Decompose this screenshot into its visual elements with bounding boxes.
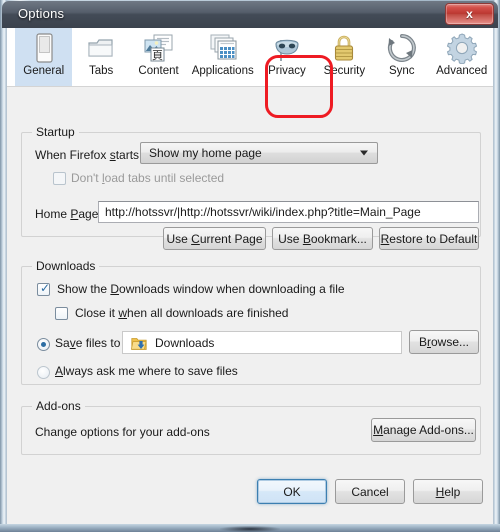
download-folder-value: Downloads [155, 335, 215, 350]
general-icon [29, 32, 59, 64]
dont-load-tabs-label: Don't load tabs until selected [71, 171, 225, 185]
cancel-label: Cancel [351, 484, 389, 499]
tabs-icon [85, 32, 117, 64]
applications-icon [206, 32, 240, 64]
always-ask-label: Always ask me where to save files [55, 364, 238, 378]
when-firefox-starts-value: Show my home page [149, 146, 262, 160]
close-icon: x [466, 7, 473, 21]
help-label: Help [435, 484, 461, 499]
window-title: Options [18, 6, 65, 21]
download-folder-path[interactable]: Downloads [122, 331, 402, 354]
tab-general[interactable]: General [15, 28, 73, 86]
download-folder-icon [131, 338, 147, 350]
checkmark-icon: ✓ [40, 281, 51, 295]
show-downloads-window-label: Show the Downloads window when downloadi… [57, 282, 345, 296]
tab-applications-label: Applications [191, 65, 254, 77]
tab-privacy[interactable]: Privacy [258, 28, 315, 86]
tab-advanced-label: Advanced [436, 65, 488, 77]
help-button[interactable]: Help [413, 479, 483, 504]
sync-icon [386, 32, 418, 64]
browse-button[interactable]: Browse... [409, 330, 479, 354]
window-frame-right [494, 0, 500, 532]
use-bookmark-button[interactable]: Use Bookmark... [272, 227, 373, 250]
always-ask-radio[interactable] [37, 366, 50, 379]
privacy-mask-icon [271, 32, 303, 64]
tab-sync[interactable]: Sync [373, 28, 430, 86]
manage-addons-label: Manage Add-ons... [373, 423, 474, 437]
svg-text:頁: 頁 [152, 49, 163, 62]
dialog-footer: OK Cancel Help [7, 477, 493, 523]
show-downloads-window-checkbox[interactable]: ✓ [37, 281, 51, 296]
cancel-button[interactable]: Cancel [335, 479, 405, 504]
home-page-input[interactable]: http://hotssvr/|http://hotssvr/wiki/inde… [98, 201, 479, 223]
tab-general-label: General [23, 65, 65, 77]
addons-description: Change options for your add-ons [35, 425, 210, 439]
gear-icon [446, 32, 478, 64]
close-button[interactable]: x [445, 3, 494, 25]
window-frame-bottom [0, 524, 500, 532]
restore-to-default-label: Restore to Default [380, 231, 478, 246]
restore-to-default-button[interactable]: Restore to Default [379, 227, 479, 250]
tab-privacy-label: Privacy [268, 65, 306, 77]
downloads-legend: Downloads [36, 259, 96, 273]
close-when-finished-checkbox[interactable] [55, 307, 68, 320]
title-bar: Options x [2, 1, 498, 28]
chevron-down-icon [360, 150, 368, 156]
home-page-value: http://hotssvr/|http://hotssvr/wiki/inde… [105, 205, 421, 219]
save-files-to-label: Save files to [55, 336, 121, 350]
save-files-to-radio[interactable] [37, 338, 50, 351]
dont-load-tabs-checkbox[interactable] [53, 172, 66, 185]
ok-button[interactable]: OK [257, 479, 327, 504]
tab-security[interactable]: Security [316, 28, 373, 86]
tab-advanced[interactable]: Advanced [430, 28, 493, 86]
tab-tabs[interactable]: Tabs [72, 28, 129, 86]
browse-label: Browse... [418, 335, 470, 349]
when-firefox-starts-select[interactable]: Show my home page [140, 142, 378, 164]
manage-addons-button[interactable]: Manage Add-ons... [371, 418, 476, 442]
tab-security-label: Security [323, 65, 366, 77]
addons-legend: Add-ons [36, 399, 81, 413]
general-panel: Startup When Firefox starts: Show my hom… [7, 87, 493, 523]
content-icon: 頁 [142, 32, 176, 64]
tab-content[interactable]: 頁 Content [130, 28, 187, 86]
tab-tabs-label: Tabs [88, 65, 114, 77]
tab-applications[interactable]: Applications [187, 28, 258, 86]
tab-content-label: Content [138, 65, 179, 77]
options-tabstrip: General Tabs 頁 Content Applications Priv… [7, 28, 493, 87]
use-current-page-button[interactable]: Use Current Page [163, 227, 266, 250]
padlock-icon [329, 32, 359, 64]
use-bookmark-label: Use Bookmark... [278, 231, 367, 246]
startup-legend: Startup [36, 125, 75, 139]
radio-dot [41, 342, 46, 347]
when-firefox-starts-label: When Firefox starts: [35, 148, 143, 162]
home-page-label: Home Page: [35, 207, 102, 221]
use-current-page-label: Use Current Page [166, 231, 263, 246]
dialog-client-area: General Tabs 頁 Content Applications Priv… [6, 28, 494, 524]
tab-sync-label: Sync [388, 65, 415, 77]
close-when-finished-label: Close it when all downloads are finished [75, 306, 289, 320]
ok-label: OK [283, 484, 301, 499]
options-window: Options x General Tabs 頁 Content Applica… [0, 0, 500, 532]
